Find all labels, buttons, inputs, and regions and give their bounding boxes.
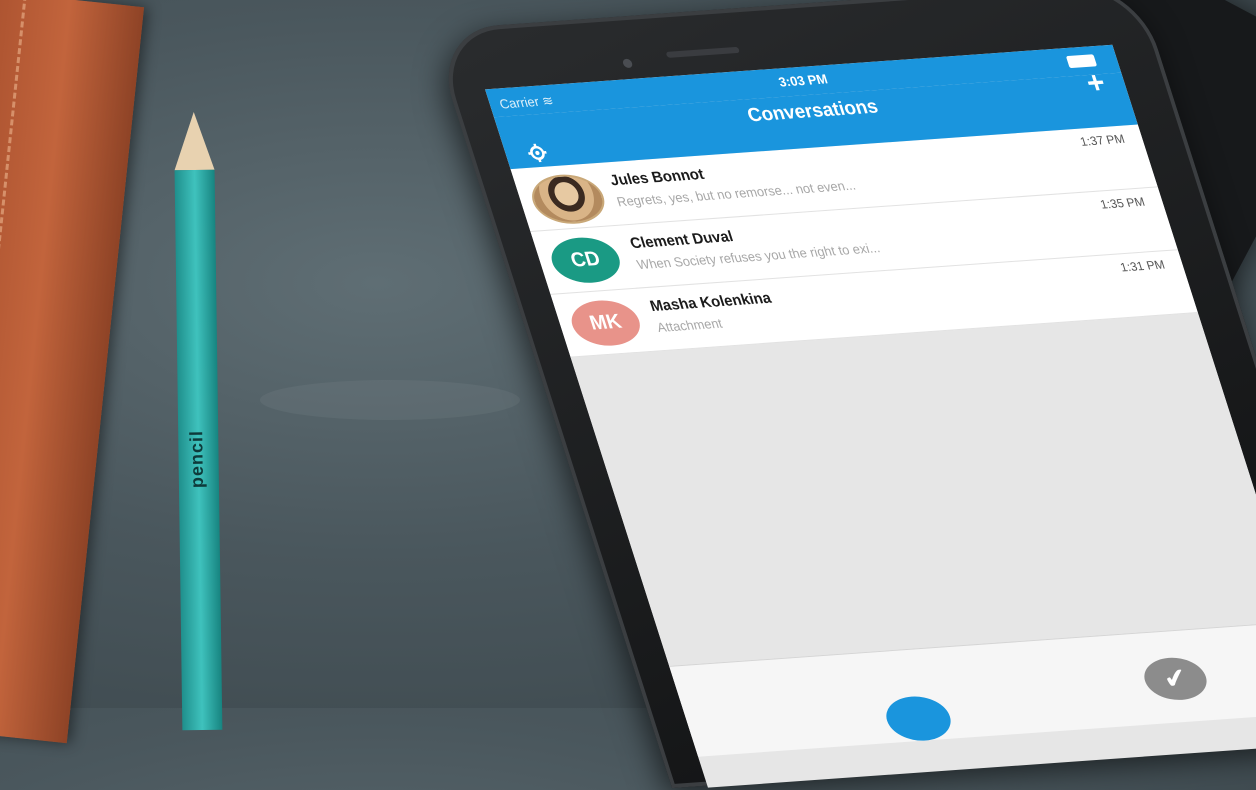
message-preview: Attachment <box>655 315 724 335</box>
contact-name: Jules Bonnot <box>608 166 707 190</box>
pencil: pencil <box>174 112 223 722</box>
compose-button[interactable] <box>880 694 957 742</box>
contact-name: Masha Kolenkina <box>648 290 774 316</box>
avatar <box>525 172 611 226</box>
smartphone: Carrier ≋ 3:03 PM Conversations + Jules … <box>430 0 1256 788</box>
avatar-initials: MK <box>565 298 646 348</box>
settings-gear-icon[interactable] <box>524 142 550 163</box>
message-time: 1:31 PM <box>1118 257 1166 274</box>
checkmark-icon[interactable]: ✔ <box>1138 656 1212 702</box>
contact-name: Clement Duval <box>628 228 736 252</box>
avatar-initials: CD <box>545 235 626 285</box>
phone-screen: Carrier ≋ 3:03 PM Conversations + Jules … <box>485 45 1256 788</box>
leather-stitching <box>0 0 27 731</box>
slate-texture <box>260 380 520 420</box>
leather-notebook <box>0 0 144 743</box>
pencil-brand-text: pencil <box>186 430 208 488</box>
message-time: 1:37 PM <box>1078 132 1126 149</box>
pencil-tip <box>174 112 215 171</box>
front-camera <box>622 59 634 69</box>
message-time: 1:35 PM <box>1098 195 1146 212</box>
earpiece-speaker <box>666 47 740 58</box>
pencil-body: pencil <box>175 170 223 731</box>
